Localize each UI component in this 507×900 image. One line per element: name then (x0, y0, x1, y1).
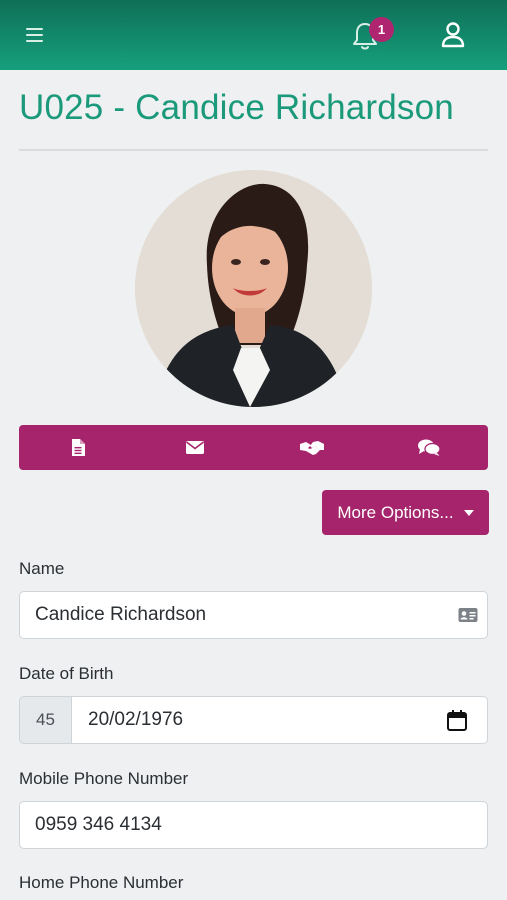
home-phone-label: Home Phone Number (19, 873, 184, 892)
name-label: Name (19, 559, 65, 578)
notes-button[interactable] (19, 425, 136, 470)
mobile-phone-label: Mobile Phone Number (19, 769, 189, 788)
calendar-icon[interactable] (447, 710, 467, 731)
hamburger-menu-icon[interactable] (26, 24, 50, 46)
more-options-button[interactable]: More Options... (322, 490, 489, 535)
document-icon (71, 439, 85, 456)
dob-label: Date of Birth (19, 664, 114, 683)
user-account-icon[interactable] (440, 21, 466, 49)
chat-button[interactable] (371, 425, 488, 470)
notification-badge: 1 (369, 17, 394, 42)
name-field[interactable]: Candice Richardson (19, 591, 488, 639)
name-value: Candice Richardson (35, 604, 207, 625)
page-title: U025 - Candice Richardson (19, 88, 454, 127)
age-addon: 45 (19, 696, 71, 744)
email-button[interactable] (136, 425, 253, 470)
dob-value: 20/02/1976 (88, 709, 184, 730)
envelope-icon (185, 441, 204, 454)
top-app-bar: 1 (0, 0, 507, 70)
mobile-phone-field[interactable]: 0959 346 4134 (19, 801, 488, 849)
caret-down-icon (463, 510, 474, 516)
more-options-label: More Options... (337, 502, 454, 522)
profile-photo (135, 170, 372, 407)
dob-field[interactable]: 20/02/1976 (71, 696, 488, 744)
chat-icon (418, 439, 441, 456)
contact-action-bar (19, 425, 488, 470)
mobile-phone-value: 0959 346 4134 (35, 814, 162, 835)
id-card-icon (458, 608, 478, 622)
dob-group: 45 20/02/1976 (19, 696, 488, 744)
handshake-icon (300, 440, 325, 455)
title-divider (19, 149, 488, 151)
handshake-button[interactable] (254, 425, 371, 470)
